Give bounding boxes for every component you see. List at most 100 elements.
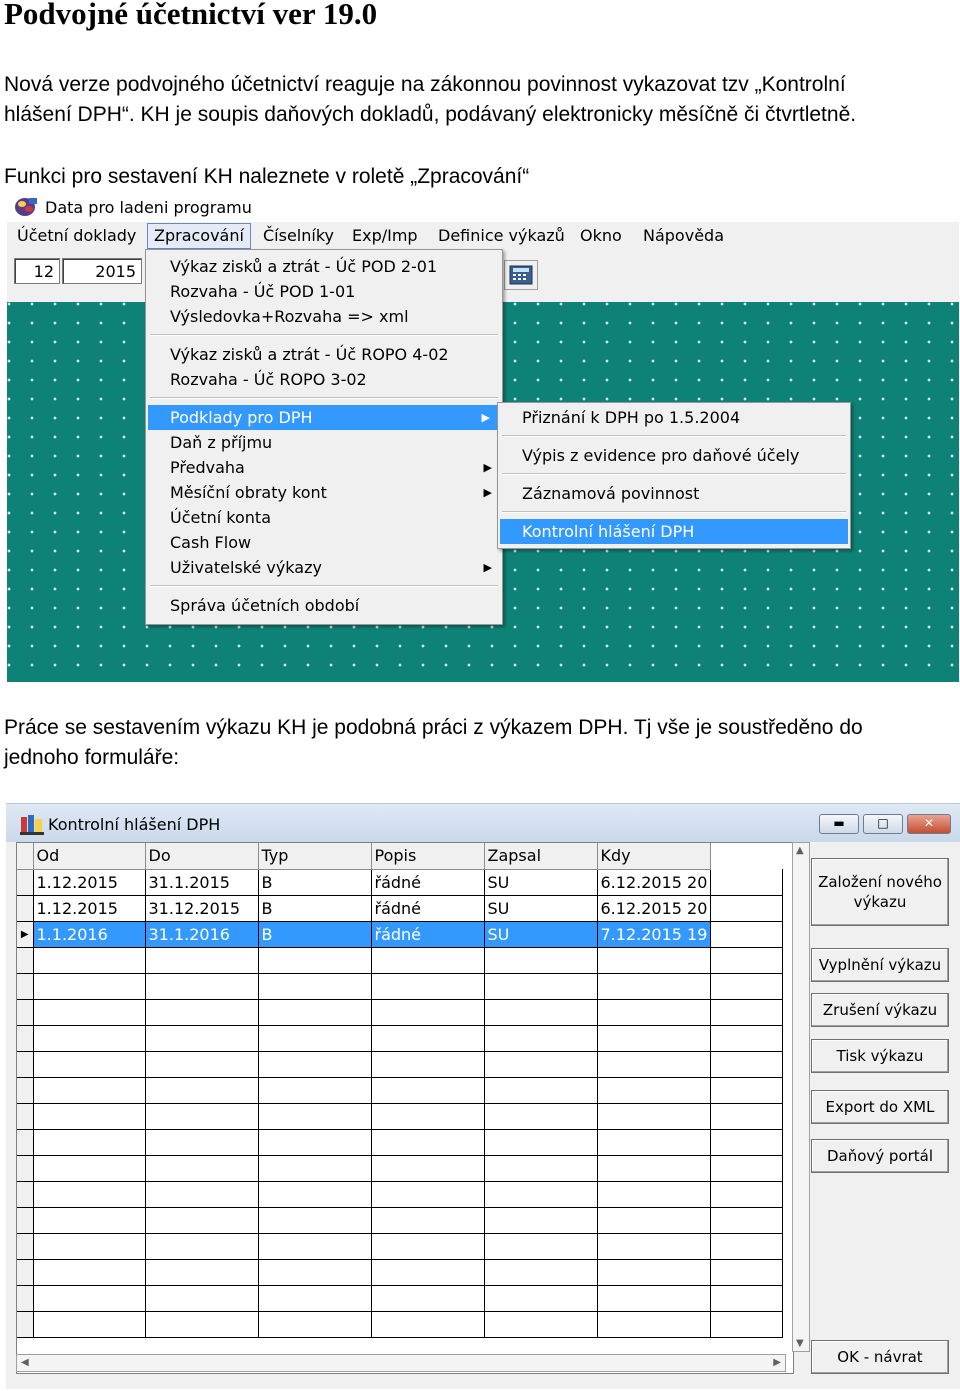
table-row-empty[interactable]	[17, 1181, 783, 1208]
menu-definice-vykazu[interactable]: Definice výkazů	[438, 226, 565, 245]
cell-empty[interactable]	[258, 1233, 372, 1260]
menu-item-vysledovka-rozvaha-xml[interactable]: Výsledovka+Rozvaha => xml	[146, 304, 502, 329]
cell-empty[interactable]	[597, 1051, 711, 1078]
cell-empty[interactable]	[484, 1311, 598, 1338]
cell-empty[interactable]	[145, 1233, 259, 1260]
table-row-empty[interactable]	[17, 1051, 783, 1078]
scroll-left-icon[interactable]: ◀	[21, 1357, 29, 1368]
cell-empty[interactable]	[597, 1259, 711, 1286]
cell-empty[interactable]	[371, 1285, 485, 1312]
column-header-od[interactable]: Od	[33, 843, 146, 870]
cell-empty[interactable]	[145, 1103, 259, 1130]
cell-empty[interactable]	[484, 1181, 598, 1208]
cell-empty[interactable]	[258, 947, 372, 974]
cell-empty[interactable]	[33, 1285, 146, 1312]
table-row-empty[interactable]	[17, 1311, 783, 1338]
cell-kdy[interactable]: 6.12.2015 20	[597, 895, 711, 922]
cell-empty[interactable]	[484, 1233, 598, 1260]
menu-ciselniky[interactable]: Číselníky	[263, 226, 334, 245]
cell-typ[interactable]: B	[258, 895, 372, 922]
cell-empty[interactable]	[371, 1311, 485, 1338]
cell-empty[interactable]	[258, 973, 372, 1000]
cell-do[interactable]: 31.1.2015	[145, 869, 259, 896]
cell-empty[interactable]	[258, 1285, 372, 1312]
cell-empty[interactable]	[258, 1181, 372, 1208]
column-header-zapsal[interactable]: Zapsal	[484, 843, 598, 870]
cell-empty[interactable]	[597, 1129, 711, 1156]
cell-empty[interactable]	[597, 1207, 711, 1234]
menu-item-predvaha[interactable]: Předvaha ▶	[146, 455, 502, 480]
horizontal-scrollbar[interactable]: ◀ ▶	[16, 1354, 786, 1372]
cell-empty[interactable]	[371, 973, 485, 1000]
cell-empty[interactable]	[33, 1207, 146, 1234]
menu-item-rozvaha-ropo[interactable]: Rozvaha - Úč ROPO 3-02	[146, 367, 502, 392]
submenu-item-priznani-dph[interactable]: Přiznání k DPH po 1.5.2004	[498, 405, 850, 430]
cell-empty[interactable]	[145, 1129, 259, 1156]
table-row-empty[interactable]	[17, 1259, 783, 1286]
menu-item-cash-flow[interactable]: Cash Flow	[146, 530, 502, 555]
cell-empty[interactable]	[33, 1103, 146, 1130]
cell-zapsal[interactable]: SU	[484, 869, 598, 896]
print-report-button[interactable]: Tisk výkazu	[811, 1039, 949, 1073]
cell-empty[interactable]	[33, 1233, 146, 1260]
ok-return-button[interactable]: OK - návrat	[811, 1340, 949, 1374]
cell-empty[interactable]	[371, 1103, 485, 1130]
cell-do[interactable]: 31.1.2016	[145, 921, 259, 948]
maximize-button[interactable]: □	[863, 814, 903, 834]
cell-empty[interactable]	[258, 1155, 372, 1182]
cell-empty[interactable]	[484, 1077, 598, 1104]
menu-item-podklady-dph[interactable]: Podklady pro DPH ▶	[148, 405, 500, 430]
cell-empty[interactable]	[145, 973, 259, 1000]
kh-grid[interactable]: Od Do Typ Popis Zapsal Kdy 1.12.2015 31.…	[16, 842, 794, 1374]
cell-typ[interactable]: B	[258, 869, 372, 896]
menu-exp-imp[interactable]: Exp/Imp	[352, 226, 418, 245]
cell-empty[interactable]	[258, 1129, 372, 1156]
table-row-empty[interactable]	[17, 947, 783, 974]
cell-empty[interactable]	[371, 1077, 485, 1104]
menu-item-uzivatelske-vykazy[interactable]: Uživatelské výkazy ▶	[146, 555, 502, 580]
menu-napoveda[interactable]: Nápověda	[643, 226, 724, 245]
cell-empty[interactable]	[33, 947, 146, 974]
cell-empty[interactable]	[258, 1259, 372, 1286]
cell-empty[interactable]	[33, 1181, 146, 1208]
table-row-empty[interactable]	[17, 1077, 783, 1104]
column-header-kdy[interactable]: Kdy	[597, 843, 711, 870]
cancel-report-button[interactable]: Zrušení výkazu	[811, 993, 949, 1027]
column-header-popis[interactable]: Popis	[371, 843, 485, 870]
menu-item-dan-z-prijmu[interactable]: Daň z příjmu	[146, 430, 502, 455]
cell-empty[interactable]	[258, 1103, 372, 1130]
cell-empty[interactable]	[371, 947, 485, 974]
cell-empty[interactable]	[33, 1077, 146, 1104]
cell-empty[interactable]	[484, 1103, 598, 1130]
cell-empty[interactable]	[597, 1285, 711, 1312]
cell-empty[interactable]	[484, 973, 598, 1000]
cell-empty[interactable]	[597, 1233, 711, 1260]
column-header-typ[interactable]: Typ	[258, 843, 372, 870]
cell-empty[interactable]	[371, 1051, 485, 1078]
cell-empty[interactable]	[145, 947, 259, 974]
scroll-up-icon[interactable]: ▲	[796, 845, 804, 856]
cell-empty[interactable]	[33, 1155, 146, 1182]
cell-popis[interactable]: řádné	[371, 869, 485, 896]
cell-od[interactable]: 1.1.2016	[33, 921, 146, 948]
cell-empty[interactable]	[597, 1181, 711, 1208]
cell-empty[interactable]	[33, 1129, 146, 1156]
cell-empty[interactable]	[371, 1181, 485, 1208]
year-field[interactable]: 2015	[62, 258, 142, 284]
cell-zapsal[interactable]: SU	[484, 895, 598, 922]
cell-empty[interactable]	[597, 1025, 711, 1052]
cell-empty[interactable]	[597, 999, 711, 1026]
cell-empty[interactable]	[145, 1207, 259, 1234]
cell-empty[interactable]	[33, 999, 146, 1026]
cell-empty[interactable]	[484, 1259, 598, 1286]
cell-kdy[interactable]: 7.12.2015 19	[597, 921, 711, 948]
month-field[interactable]: 12	[14, 258, 60, 284]
submenu-item-vypis-evidence[interactable]: Výpis z evidence pro daňové účely	[498, 443, 850, 468]
menu-zpracovani[interactable]: Zpracování	[147, 223, 251, 249]
cell-empty[interactable]	[484, 1025, 598, 1052]
cell-empty[interactable]	[145, 1311, 259, 1338]
menu-item-sprava-obdobi[interactable]: Správa účetních období	[146, 593, 502, 618]
table-row-empty[interactable]	[17, 1129, 783, 1156]
cell-zapsal[interactable]: SU	[484, 921, 598, 948]
cell-empty[interactable]	[145, 1181, 259, 1208]
